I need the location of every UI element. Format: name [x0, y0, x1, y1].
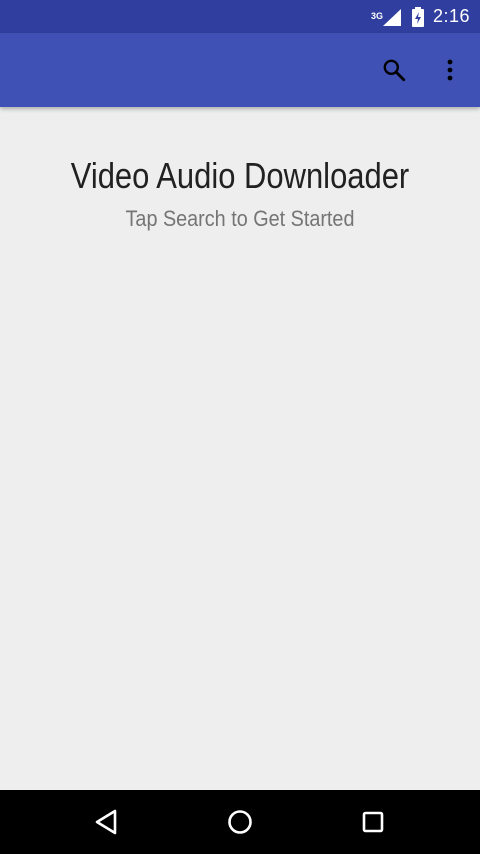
recents-button[interactable] [349, 798, 397, 846]
home-icon [228, 810, 252, 834]
app-bar [0, 33, 480, 107]
search-button[interactable] [370, 46, 418, 94]
screen: 3G 2:16 Video Audio Downloader Tap Searc… [0, 0, 480, 854]
navigation-bar [0, 790, 480, 854]
more-vert-icon [447, 59, 453, 81]
battery-charging-icon [411, 6, 424, 27]
back-button[interactable] [82, 798, 130, 846]
signal-indicator: 3G [371, 7, 403, 27]
network-type-label: 3G [370, 10, 383, 21]
status-icons: 3G 2:16 [371, 0, 470, 33]
recents-icon [362, 811, 384, 833]
main-content: Video Audio Downloader Tap Search to Get… [0, 107, 480, 790]
page-subtitle: Tap Search to Get Started [125, 206, 355, 231]
page-title: Video Audio Downloader [70, 155, 410, 196]
home-button[interactable] [216, 798, 264, 846]
status-time: 2:16 [432, 6, 470, 26]
search-icon [383, 59, 406, 82]
status-bar: 3G 2:16 [0, 0, 480, 33]
back-icon [95, 809, 117, 835]
more-options-button[interactable] [426, 46, 474, 94]
